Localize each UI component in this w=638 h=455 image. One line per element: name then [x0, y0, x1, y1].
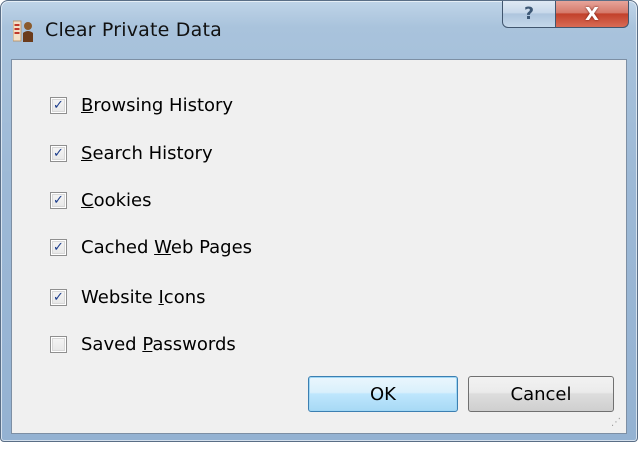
checkbox[interactable]: ✓: [50, 144, 67, 162]
option-website-icons[interactable]: ✓ Website Icons: [50, 285, 206, 309]
checkbox[interactable]: ✓: [50, 96, 67, 114]
check-icon: ✓: [53, 97, 64, 113]
option-saved-passwords[interactable]: Saved Passwords: [50, 332, 236, 356]
window-title: Clear Private Data: [45, 19, 222, 41]
checkbox[interactable]: ✓: [50, 238, 67, 256]
close-button[interactable]: X: [556, 1, 629, 28]
option-label: Website Icons: [81, 286, 206, 308]
dialog-window: Clear Private Data ? X ✓ Browsing Histor…: [0, 0, 638, 442]
check-icon: ✓: [53, 289, 64, 305]
option-cookies[interactable]: ✓ Cookies: [50, 188, 151, 212]
check-icon: ✓: [53, 145, 64, 161]
checkbox[interactable]: [50, 335, 67, 353]
checkbox[interactable]: ✓: [50, 288, 67, 306]
check-icon: ✓: [53, 192, 64, 208]
help-button[interactable]: ?: [502, 1, 556, 28]
option-label: Cookies: [81, 189, 152, 211]
check-icon: ✓: [53, 239, 64, 255]
cancel-button[interactable]: Cancel: [468, 376, 614, 412]
title-bar[interactable]: Clear Private Data ? X: [1, 1, 637, 55]
option-label: Search History: [81, 142, 213, 164]
option-label: Cached Web Pages: [81, 236, 253, 258]
option-label: Saved Passwords: [81, 333, 236, 355]
checkbox[interactable]: ✓: [50, 191, 67, 209]
resize-grip-icon[interactable]: ⋰: [611, 418, 623, 430]
ok-button[interactable]: OK: [308, 376, 458, 412]
option-browsing-history[interactable]: ✓ Browsing History: [50, 93, 233, 117]
option-search-history[interactable]: ✓ Search History: [50, 141, 213, 165]
option-cached-web-pages[interactable]: ✓ Cached Web Pages: [50, 235, 252, 259]
app-icon: [13, 20, 33, 42]
help-icon: ?: [524, 4, 534, 24]
option-label: Browsing History: [81, 94, 234, 116]
dialog-content: ✓ Browsing History ✓ Search History ✓ Co…: [11, 59, 627, 434]
caption-buttons: ? X: [502, 1, 629, 28]
close-icon: X: [585, 3, 599, 25]
